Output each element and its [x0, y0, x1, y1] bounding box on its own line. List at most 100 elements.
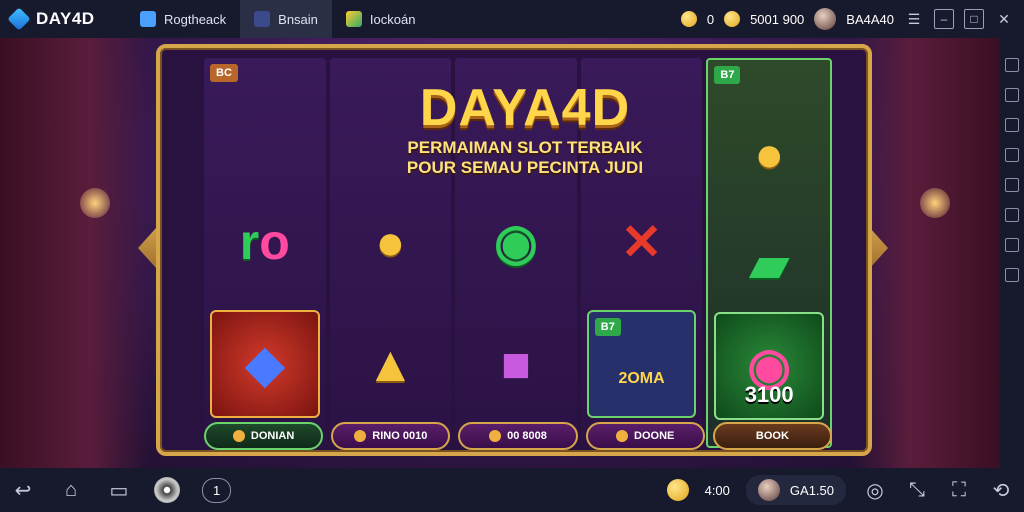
- location-icon[interactable]: ◎: [862, 479, 888, 502]
- game-button-row: DONIAN RINO 0010 00 8008 DOONE BOOK: [204, 422, 833, 450]
- more-icon[interactable]: [1005, 268, 1019, 282]
- x-symbol-icon: ✕: [620, 214, 663, 270]
- camera-icon[interactable]: [1005, 178, 1019, 192]
- letter-r-icon: r: [239, 214, 260, 270]
- symbol-cell: ◉ 3100: [714, 312, 824, 420]
- profile-value: GA1.50: [789, 482, 834, 498]
- chip-icon: ◉: [494, 214, 538, 270]
- bottom-bar: ↩ ⌂ ▭ 1 4:00 GA1.50 ◎ ⤡ ⛶ ⟲: [0, 468, 1024, 512]
- symbol-cell: ro: [210, 188, 320, 296]
- symbol-cell: ●: [336, 188, 446, 296]
- gem-icon: ◆: [245, 336, 285, 392]
- rotate-icon[interactable]: ⟲: [988, 479, 1014, 502]
- folder-icon[interactable]: [1005, 148, 1019, 162]
- chest-label: 2OMA: [618, 370, 665, 387]
- coin-icon: [724, 11, 741, 27]
- game-button-3[interactable]: 00 8008: [458, 422, 578, 450]
- coin-icon: ●: [754, 126, 785, 182]
- volume-icon[interactable]: [1005, 238, 1019, 252]
- tab-2[interactable]: Bnsain: [240, 0, 332, 38]
- coin-icon: [354, 430, 367, 442]
- lamp-icon: [920, 188, 950, 218]
- close-icon[interactable]: ✕: [994, 9, 1014, 29]
- page-indicator[interactable]: 1: [202, 477, 232, 503]
- top-status: 0 5001 900 BA4A40 ☰ – □ ✕: [680, 8, 1024, 30]
- symbol-cell: ▲: [336, 310, 446, 418]
- minimize-icon[interactable]: –: [934, 9, 954, 29]
- game-stage: BC ro ◆ ● ▲ ◉ ■ ✕ B7 2OMA B7 ● ▰ ◉ 3100 …: [0, 38, 1000, 468]
- curtain-left: [0, 38, 150, 468]
- maximize-icon[interactable]: □: [964, 9, 984, 29]
- image-icon: [254, 11, 271, 27]
- subtitle-line-1: PERMAIMAN SLOT TERBAIK: [407, 138, 643, 157]
- chip-value: 3100: [744, 382, 794, 407]
- symbol-cell: B7 2OMA: [586, 310, 697, 418]
- bell-icon: ▲: [365, 336, 416, 392]
- bottom-status: 4:00 GA1.50 ◎ ⤡ ⛶ ⟲: [666, 475, 1014, 505]
- gift-box-icon: ■: [500, 336, 532, 392]
- button-label: BOOK: [755, 430, 789, 442]
- button-label: 00 8008: [507, 430, 547, 442]
- avatar: [757, 479, 780, 501]
- balance: 5001 900: [750, 11, 805, 27]
- home-icon[interactable]: ⌂: [58, 479, 84, 501]
- game-button-4[interactable]: DOONE: [585, 422, 705, 450]
- tab-2-label: Bnsain: [278, 11, 318, 27]
- reel-badge: B7: [714, 66, 741, 84]
- coin-icon: [616, 430, 629, 442]
- disc-icon[interactable]: [154, 477, 180, 503]
- tab-1[interactable]: Rogtheack: [126, 0, 240, 38]
- brand[interactable]: DAY4D: [0, 7, 126, 31]
- button-label: DONIAN: [250, 430, 295, 442]
- shrink-icon[interactable]: ⤡: [904, 479, 930, 501]
- game-button-2[interactable]: RINO 0010: [331, 422, 451, 450]
- magnifier-icon: ●: [375, 214, 406, 270]
- flag-icon: ▰: [749, 236, 789, 292]
- lamp-icon: [80, 188, 110, 218]
- fullscreen-icon[interactable]: ⛶: [946, 479, 972, 501]
- tab-3-label: Iockoán: [369, 11, 416, 27]
- game-button-book[interactable]: BOOK: [712, 422, 833, 450]
- letter-o-icon: o: [259, 214, 290, 270]
- gamepad-icon[interactable]: [1005, 118, 1019, 132]
- coin-count: 0: [706, 11, 715, 27]
- symbol-cell: ●: [714, 100, 824, 208]
- keyboard-icon[interactable]: [1005, 58, 1019, 72]
- reel-1: BC ro ◆: [204, 58, 326, 448]
- top-bar: DAY4D Rogtheack Bnsain Iockoán 0 5001 90…: [0, 0, 1024, 38]
- game-title: DAYA4D: [419, 79, 631, 137]
- subtitle-line-2: POUR SEMAU PECINTA JUDI: [406, 158, 644, 177]
- right-sidebar: [1000, 38, 1024, 468]
- button-label: DOONE: [634, 430, 675, 442]
- cell-badge: B7: [594, 318, 621, 336]
- symbol-cell: ▰: [714, 210, 824, 318]
- brand-name: DAY4D: [36, 9, 95, 28]
- username: BA4A40: [846, 11, 894, 27]
- button-label: RINO 0010: [372, 430, 428, 442]
- brand-logo-icon: [7, 7, 31, 31]
- symbol-cell: ✕: [587, 188, 697, 296]
- avatar[interactable]: [814, 8, 837, 30]
- screen-icon[interactable]: [1005, 88, 1019, 102]
- settings-icon[interactable]: [1005, 208, 1019, 222]
- symbol-cell: ◉: [461, 188, 571, 296]
- app-icon: [345, 11, 362, 27]
- tab-3[interactable]: Iockoán: [332, 0, 430, 38]
- coin-icon: [680, 11, 697, 27]
- coin-icon: [232, 430, 245, 442]
- menu-icon[interactable]: ☰: [904, 9, 924, 29]
- coin-icon: [489, 430, 502, 442]
- profile-chip[interactable]: GA1.50: [745, 475, 846, 505]
- back-icon[interactable]: ↩: [10, 479, 36, 502]
- slot-machine: BC ro ◆ ● ▲ ◉ ■ ✕ B7 2OMA B7 ● ▰ ◉ 3100 …: [156, 44, 872, 456]
- recent-apps-icon[interactable]: ▭: [106, 479, 132, 502]
- symbol-cell: ■: [461, 310, 571, 418]
- credits: 4:00: [704, 482, 730, 498]
- symbol-cell: ◆: [210, 310, 320, 418]
- reel-badge: BC: [210, 64, 238, 82]
- reel-5: B7 ● ▰ ◉ 3100: [706, 58, 832, 448]
- game-title-area: DAYA4D PERMAIMAN SLOT TERBAIK POUR SEMAU…: [365, 78, 685, 178]
- coin-icon: [666, 479, 689, 501]
- app-icon: [140, 11, 156, 27]
- game-button-1[interactable]: DONIAN: [204, 422, 324, 450]
